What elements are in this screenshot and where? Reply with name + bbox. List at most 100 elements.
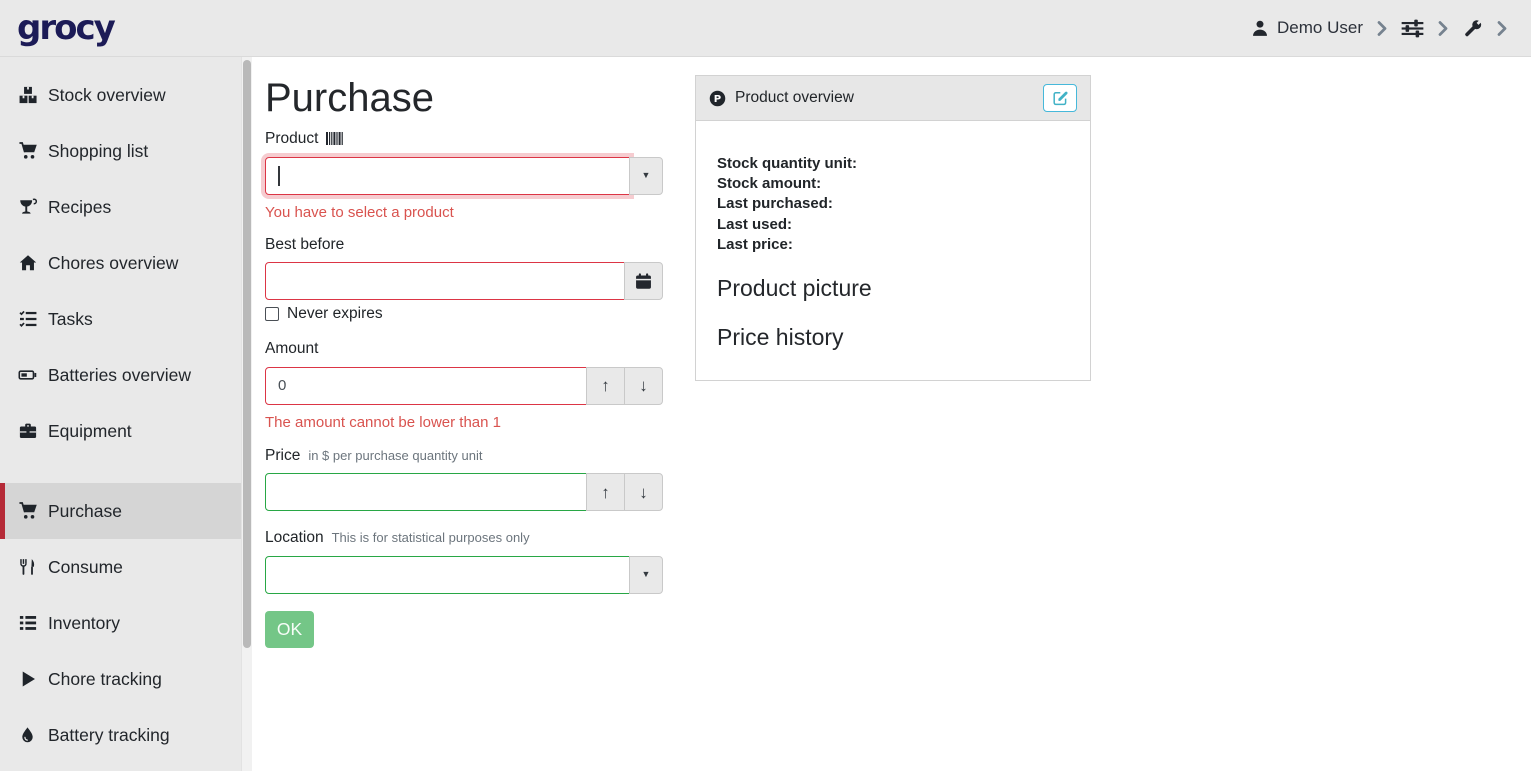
- never-expires-label: Never expires: [287, 305, 383, 323]
- main-content: Purchase Product ▼ You have to select a …: [252, 57, 1531, 771]
- user-icon: [1251, 19, 1269, 37]
- location-label: Location: [265, 530, 324, 546]
- play-icon: [17, 670, 38, 688]
- sidebar-item-chores-overview[interactable]: Chores overview: [0, 235, 241, 291]
- boxes-icon: [17, 86, 38, 104]
- amount-input[interactable]: [265, 367, 587, 405]
- sidebar-item-label: Equipment: [48, 421, 132, 442]
- last-used-line: Last used:: [717, 215, 1070, 235]
- sidebar-item-equipment[interactable]: Equipment: [0, 403, 241, 459]
- location-hint: This is for statistical purposes only: [332, 531, 530, 544]
- page-title: Purchase: [265, 75, 664, 122]
- edit-icon: [1052, 90, 1069, 106]
- sidebar-item-label: Recipes: [48, 197, 111, 218]
- best-before-field-group: Best before Never expires: [265, 237, 664, 324]
- settings-menu[interactable]: [1401, 19, 1424, 38]
- last-price-line: Last price:: [717, 235, 1070, 255]
- utensils-icon: [17, 558, 38, 576]
- text-caret: [278, 166, 280, 186]
- arrow-down-icon: ↓: [639, 377, 648, 394]
- product-error-text: You have to select a product: [265, 202, 664, 223]
- price-decrement-button[interactable]: ↓: [624, 473, 663, 511]
- product-circle-icon: P: [709, 90, 726, 107]
- last-purchased-line: Last purchased:: [717, 194, 1070, 214]
- price-input[interactable]: [265, 473, 587, 511]
- best-before-input[interactable]: [265, 262, 625, 300]
- top-bar: grocy Demo User: [0, 0, 1531, 57]
- card-header: P Product overview: [696, 76, 1090, 121]
- sidebar-nav: Stock overview Shopping list Recipes: [0, 57, 241, 771]
- product-dropdown-button[interactable]: ▼: [629, 157, 663, 195]
- sidebar-item-purchase[interactable]: Purchase: [0, 483, 241, 539]
- best-before-label: Best before: [265, 237, 344, 253]
- calendar-icon: [635, 273, 652, 290]
- purchase-form: Purchase Product ▼ You have to select a …: [265, 75, 664, 648]
- location-field-group: Location This is for statistical purpose…: [265, 530, 664, 594]
- top-bar-menu: Demo User: [1251, 18, 1507, 39]
- sidebar-item-batteries-overview[interactable]: Batteries overview: [0, 347, 241, 403]
- sidebar-item-label: Chore tracking: [48, 669, 162, 690]
- sidebar-item-label: Tasks: [48, 309, 93, 330]
- sidebar-item-tasks[interactable]: Tasks: [0, 291, 241, 347]
- sidebar-item-label: Battery tracking: [48, 725, 170, 746]
- price-label: Price: [265, 448, 300, 464]
- card-title: Product overview: [735, 89, 854, 107]
- product-overview-card: P Product overview Stock quantity unit: …: [695, 75, 1091, 381]
- svg-text:P: P: [714, 94, 721, 105]
- arrow-up-icon: ↑: [601, 377, 610, 394]
- amount-increment-button[interactable]: ↑: [586, 367, 625, 405]
- sidebar-item-battery-tracking[interactable]: Battery tracking: [0, 707, 241, 763]
- chevron-right-icon: [1377, 21, 1387, 36]
- chevron-right-icon: [1438, 21, 1448, 36]
- sidebar-item-stock-overview[interactable]: Stock overview: [0, 67, 241, 123]
- location-input[interactable]: [265, 556, 630, 594]
- price-hint: in $ per purchase quantity unit: [308, 449, 482, 462]
- product-input[interactable]: [265, 157, 630, 195]
- briefcase-icon: [17, 422, 38, 440]
- wrench-icon: [1462, 18, 1483, 39]
- sidebar-scrollbar-track: [241, 57, 252, 771]
- sidebar-item-label: Inventory: [48, 613, 120, 634]
- sidebar-item-recipes[interactable]: Recipes: [0, 179, 241, 235]
- price-field-group: Price in $ per purchase quantity unit ↑ …: [265, 448, 664, 512]
- sidebar-item-label: Chores overview: [48, 253, 178, 274]
- list-icon: [17, 614, 38, 632]
- product-label: Product: [265, 131, 318, 147]
- user-label: Demo User: [1277, 18, 1363, 38]
- arrow-down-icon: ↓: [639, 484, 648, 501]
- stock-amount-line: Stock amount:: [717, 174, 1070, 194]
- amount-decrement-button[interactable]: ↓: [624, 367, 663, 405]
- shopping-cart-icon: [17, 502, 38, 520]
- sidebar-item-shopping-list[interactable]: Shopping list: [0, 123, 241, 179]
- never-expires-checkbox[interactable]: [265, 307, 279, 321]
- edit-product-button[interactable]: [1043, 84, 1077, 112]
- user-menu[interactable]: Demo User: [1251, 18, 1363, 38]
- ok-button[interactable]: OK: [265, 611, 314, 648]
- amount-error-text: The amount cannot be lower than 1: [265, 412, 664, 433]
- battery-icon: [17, 366, 38, 384]
- admin-menu[interactable]: [1462, 18, 1483, 39]
- barcode-icon: [326, 132, 343, 145]
- sidebar-item-label: Stock overview: [48, 85, 166, 106]
- sidebar-item-chore-tracking[interactable]: Chore tracking: [0, 651, 241, 707]
- location-dropdown-button[interactable]: ▼: [629, 556, 663, 594]
- sidebar-item-inventory[interactable]: Inventory: [0, 595, 241, 651]
- product-picture-heading: Product picture: [717, 274, 1070, 304]
- calendar-button[interactable]: [624, 262, 663, 300]
- sidebar-item-label: Shopping list: [48, 141, 148, 162]
- caret-down-icon: ▼: [642, 171, 651, 180]
- arrow-up-icon: ↑: [601, 484, 610, 501]
- sidebar-scrollbar-thumb[interactable]: [243, 60, 251, 648]
- price-increment-button[interactable]: ↑: [586, 473, 625, 511]
- shopping-cart-icon: [17, 142, 38, 160]
- sidebar-item-label: Consume: [48, 557, 123, 578]
- caret-down-icon: ▼: [642, 570, 651, 579]
- cocktail-icon: [17, 198, 38, 216]
- sidebar-item-label: Batteries overview: [48, 365, 191, 386]
- sidebar-item-consume[interactable]: Consume: [0, 539, 241, 595]
- stock-quantity-unit-line: Stock quantity unit:: [717, 154, 1070, 174]
- sliders-icon: [1401, 19, 1424, 38]
- app-logo[interactable]: grocy: [17, 11, 114, 45]
- home-icon: [17, 254, 38, 272]
- tint-icon: [17, 726, 38, 744]
